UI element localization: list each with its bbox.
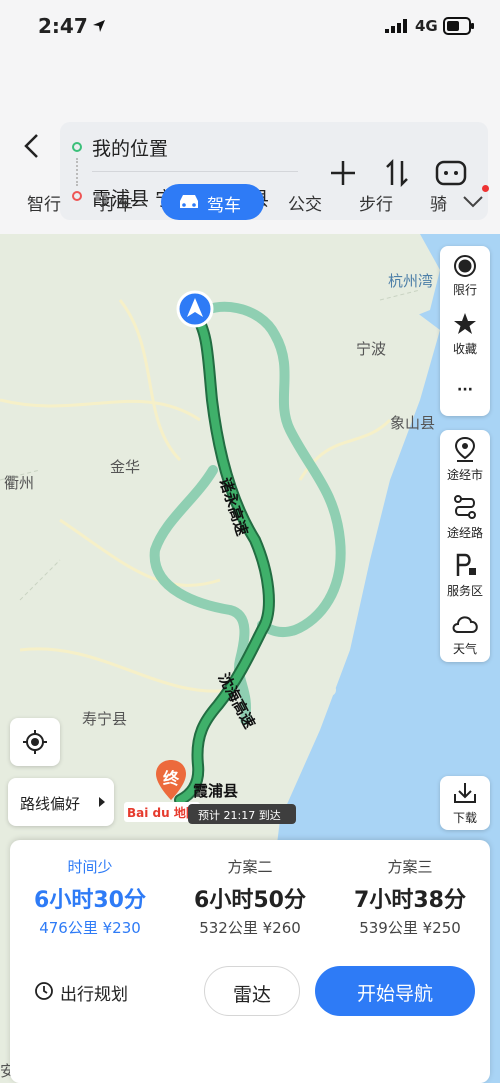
- current-location-icon: [176, 290, 214, 328]
- favorite-label: 收藏: [452, 342, 477, 356]
- route-preference-label: 路线偏好: [20, 795, 81, 813]
- origin-field[interactable]: 我的位置: [92, 134, 168, 161]
- service-area-button[interactable]: 服务区: [440, 546, 490, 604]
- restriction-icon: [454, 255, 476, 277]
- origin-dot-icon: [72, 142, 82, 152]
- eta-text: 预计 21:17 到达: [198, 809, 281, 822]
- parking-icon: [456, 553, 476, 576]
- divider: [92, 171, 298, 172]
- plan-tag: 时间少: [67, 858, 113, 876]
- plan-option-2[interactable]: 方案二 6小时50分 532公里 ¥260: [170, 840, 330, 950]
- via-road-button[interactable]: 途经路: [440, 488, 490, 546]
- favorite-button[interactable]: 收藏: [440, 306, 490, 362]
- trip-planning-label: 出行规划: [60, 985, 128, 1005]
- weather-button[interactable]: 天气: [440, 604, 490, 662]
- battery-icon: [443, 17, 474, 35]
- route-connector: [76, 158, 78, 186]
- route-plans-panel: 时间少 6小时30分 476公里 ¥230 方案二 6小时50分 532公里 ¥…: [10, 840, 490, 1083]
- via-city-label: 途经市: [446, 468, 483, 482]
- plan-duration: 6小时30分: [34, 888, 146, 913]
- tab-walk[interactable]: 步行: [359, 190, 393, 215]
- restriction-label: 限行: [452, 283, 477, 297]
- start-navigation-button[interactable]: 开始导航: [315, 966, 475, 1016]
- restriction-button[interactable]: 限行: [440, 246, 490, 302]
- plan-option-1[interactable]: 时间少 6小时30分 476公里 ¥230: [10, 840, 170, 950]
- pin-icon: [454, 436, 476, 462]
- end-marker[interactable]: 终: [154, 758, 188, 802]
- download-button[interactable]: 下载: [440, 776, 490, 830]
- map-label-hangzhou-bay: 杭州湾: [388, 272, 434, 290]
- star-icon: [454, 313, 476, 334]
- location-arrow-icon: [93, 20, 105, 32]
- eta-badge: 预计 21:17 到达: [188, 804, 296, 824]
- network-type: 4G: [415, 17, 438, 35]
- plan-duration: 7小时38分: [354, 888, 466, 913]
- status-time: 2:47: [38, 14, 88, 38]
- chevron-down-icon[interactable]: [462, 194, 484, 210]
- map-label-quzhou: 衢州: [4, 474, 35, 492]
- download-icon: [454, 783, 476, 803]
- map-tools-middle: 途经市 途经路 服务区 天气: [440, 430, 490, 662]
- tab-bike[interactable]: 骑: [430, 190, 447, 215]
- signal-icon: [385, 19, 407, 33]
- route-icon: [454, 495, 476, 519]
- more-button[interactable]: ···: [440, 370, 490, 410]
- status-bar: 2:47 4G: [0, 0, 500, 52]
- end-marker-label: 终: [162, 769, 179, 788]
- map-label-ningbo: 宁波: [356, 340, 387, 358]
- download-label: 下载: [452, 811, 477, 825]
- notification-dot: [482, 185, 489, 192]
- plan-meta: 476公里 ¥230: [39, 919, 141, 937]
- plan-option-3[interactable]: 方案三 7小时38分 539公里 ¥250: [330, 840, 490, 950]
- map-label-destination: 霞浦县: [193, 782, 239, 800]
- plan-tag: 方案二: [227, 858, 273, 876]
- via-city-button[interactable]: 途经市: [440, 430, 490, 488]
- radar-label: 雷达: [232, 984, 271, 1006]
- radar-button[interactable]: 雷达: [204, 966, 300, 1016]
- trip-planning-button[interactable]: 出行规划: [30, 978, 170, 1006]
- via-road-label: 途经路: [446, 526, 483, 540]
- weather-label: 天气: [452, 642, 477, 656]
- tab-taxi[interactable]: 打车: [99, 190, 133, 215]
- service-area-label: 服务区: [446, 584, 483, 598]
- map-label-jinhua: 金华: [110, 458, 141, 476]
- map-label-xiangshan: 象山县: [390, 414, 436, 432]
- locate-button[interactable]: [10, 718, 60, 766]
- more-icon: ···: [457, 382, 473, 398]
- map-tools-top: 限行 收藏 ···: [440, 246, 490, 416]
- caret-right-icon: [99, 797, 105, 807]
- locate-icon: [23, 730, 47, 754]
- tab-drive[interactable]: 驾车: [161, 184, 264, 220]
- transport-tabs: 智行 打车 驾车 公交 步行 骑: [0, 184, 500, 220]
- car-icon: [180, 195, 198, 208]
- plan-meta: 539公里 ¥250: [359, 919, 461, 937]
- back-icon[interactable]: [18, 132, 46, 160]
- tab-bus[interactable]: 公交: [288, 190, 322, 215]
- clock-icon: [35, 982, 53, 1000]
- plan-tag: 方案三: [387, 858, 433, 876]
- tab-smart[interactable]: 智行: [27, 190, 61, 215]
- route-preference-button[interactable]: 路线偏好: [8, 778, 114, 826]
- plan-duration: 6小时50分: [194, 888, 306, 913]
- start-navigation-label: 开始导航: [356, 983, 433, 1005]
- map-label-shouning: 寿宁县: [82, 710, 128, 728]
- cloud-icon: [452, 616, 478, 633]
- tab-drive-label: 驾车: [207, 196, 241, 216]
- app-root: 2:47 4G 我的位置 霞浦县 宁德市霞浦县 智行 打车 驾车: [0, 0, 500, 1083]
- plan-meta: 532公里 ¥260: [199, 919, 301, 937]
